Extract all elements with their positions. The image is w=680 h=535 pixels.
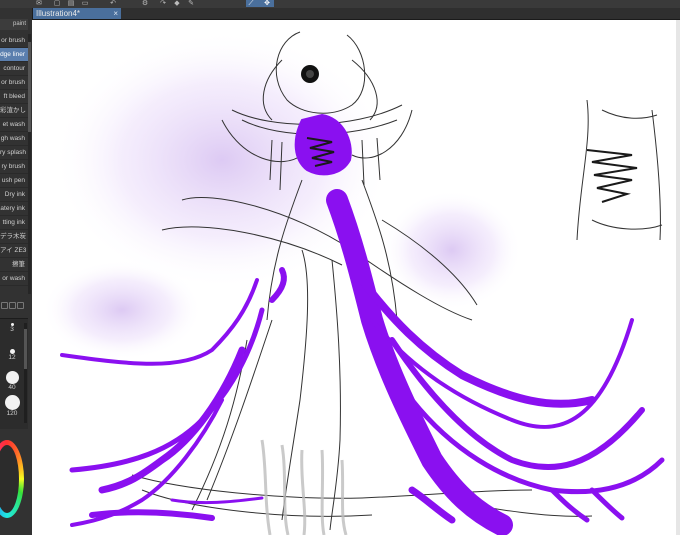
size-label: 40 [8, 384, 16, 391]
scrollbar-thumb[interactable] [28, 42, 31, 132]
document-tab-bar: Illustration4* × [32, 8, 680, 20]
size-label: 3 [10, 326, 14, 333]
brush-list: or brush dge liner contour or brush ft bleed… [0, 34, 28, 286]
brush-item[interactable]: gh wash [0, 132, 28, 146]
tab-label: Illustration4* [36, 9, 81, 18]
new-icon[interactable]: ▢ [52, 0, 62, 7]
tab-illustration4[interactable]: Illustration4* × [33, 8, 121, 19]
pen-icon[interactable]: ✎ [186, 0, 196, 7]
size-dot [4, 395, 20, 410]
brush-item[interactable]: or wash [0, 272, 28, 286]
orb-highlight [306, 70, 314, 78]
size-option-3[interactable]: 3 [0, 323, 24, 333]
save-icon[interactable]: ▭ [80, 0, 90, 7]
brush-item[interactable]: ft bleed [0, 90, 28, 104]
brush-item[interactable]: ry splash [0, 146, 28, 160]
copy-tool-icon[interactable] [9, 302, 16, 309]
fill-icon[interactable]: ◆ [172, 0, 182, 7]
brush-item[interactable]: アイ ZE3 [0, 244, 28, 258]
brush-item[interactable]: or brush [0, 34, 28, 48]
brush-item[interactable]: dge liner [0, 48, 28, 62]
close-icon[interactable]: × [113, 8, 118, 19]
background-glow [382, 190, 522, 310]
brush-item[interactable]: atery ink [0, 202, 28, 216]
brush-size-panel: 3 12 40 120 [0, 318, 28, 429]
lasso-icon[interactable]: ⟋ [246, 0, 256, 7]
drawing-canvas[interactable] [32, 20, 680, 535]
size-label: 120 [6, 410, 18, 417]
light-strokes [260, 439, 348, 535]
brush-item[interactable]: contour [0, 62, 28, 76]
size-option-40[interactable]: 40 [0, 371, 24, 391]
size-option-120[interactable]: 120 [0, 395, 24, 417]
panel-header: paint [0, 19, 28, 30]
undo-icon[interactable]: ↶ [108, 0, 118, 7]
size-label: 12 [8, 354, 16, 361]
brush-item[interactable]: et wash [0, 118, 28, 132]
delete-tool-icon[interactable] [17, 302, 24, 309]
size-option-12[interactable]: 12 [0, 349, 24, 361]
brush-item[interactable]: ush pen [0, 174, 28, 188]
color-wheel[interactable] [0, 440, 24, 518]
sub-tool-panel: paint or brush dge liner contour or brush ft… [0, 8, 33, 535]
settings-icon[interactable]: ⚙ [140, 0, 150, 7]
open-icon[interactable]: ▤ [66, 0, 76, 7]
background-glow [42, 260, 202, 360]
scrollbar-thumb[interactable] [24, 329, 27, 369]
canvas-scrollbar[interactable] [676, 20, 680, 535]
mail-icon[interactable]: ✉ [34, 0, 44, 7]
brush-item[interactable]: 擦筆 [0, 258, 28, 272]
brush-item[interactable]: 彩渲かし [0, 104, 28, 118]
size-dot [5, 371, 19, 384]
brush-item[interactable]: デラ木炭 [0, 230, 28, 244]
size-scrollbar[interactable] [24, 323, 27, 423]
brush-item[interactable]: ry brush [0, 160, 28, 174]
panel-tools [0, 296, 28, 309]
redo-icon[interactable]: ↷ [158, 0, 168, 7]
brush-item[interactable]: Dry ink [0, 188, 28, 202]
brush-item[interactable]: tting ink [0, 216, 28, 230]
add-tool-icon[interactable] [1, 302, 8, 309]
brush-list-scrollbar[interactable] [28, 34, 31, 294]
move-icon[interactable]: ✥ [262, 0, 272, 7]
brush-item[interactable]: or brush [0, 76, 28, 90]
artwork [42, 30, 665, 535]
